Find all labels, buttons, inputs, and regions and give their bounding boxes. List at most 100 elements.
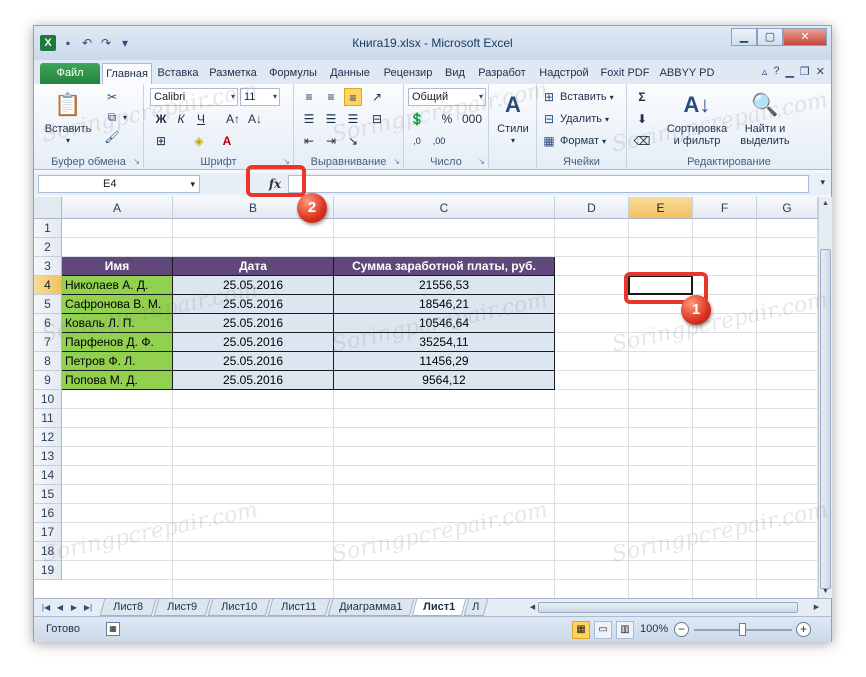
zoom-level[interactable]: 100%	[640, 623, 668, 635]
worksheet-grid[interactable]: A B C D E F G 1 2 3 4 5 6 7 8 9 10 11 12 13 14 15 16 17 18 19 Имя Д…	[34, 197, 818, 598]
tab-review[interactable]: Рецензир	[378, 63, 438, 84]
find-select-button[interactable]: 🔍 Найти и выделить	[735, 90, 795, 147]
increase-decimal-icon[interactable]: ,0	[408, 132, 426, 150]
sort-filter-button[interactable]: A↓ Сортировка и фильтр	[661, 90, 733, 147]
page-break-view-icon[interactable]: ▥	[616, 621, 634, 639]
paste-button[interactable]: 📋 Вставить ▾	[45, 90, 92, 147]
table-cell[interactable]: 18546,21	[334, 295, 555, 314]
sheet-tab[interactable]: Лист9	[153, 599, 211, 616]
tab-foxit-pdf[interactable]: Foxit PDF	[596, 63, 654, 84]
table-cell[interactable]: Петров Ф. Л.	[62, 352, 173, 371]
align-middle-icon[interactable]: ≡	[322, 88, 340, 106]
next-sheet-icon[interactable]: ▶	[68, 601, 80, 615]
table-cell[interactable]: 9564,12	[334, 371, 555, 390]
row-header[interactable]: 6	[34, 314, 62, 333]
zoom-slider-thumb[interactable]	[739, 623, 746, 636]
help-icon[interactable]: ?	[773, 65, 779, 78]
tab-developer[interactable]: Разработ	[472, 63, 532, 84]
format-painter-button[interactable]: 🖌	[104, 128, 120, 146]
table-cell[interactable]: 11456,29	[334, 352, 555, 371]
row-header[interactable]: 8	[34, 352, 62, 371]
orientation-icon[interactable]: ↗	[368, 88, 386, 106]
row-header[interactable]: 2	[34, 238, 62, 257]
scroll-up-icon[interactable]: ▲	[819, 197, 832, 210]
tab-data[interactable]: Данные	[324, 63, 376, 84]
clear-icon[interactable]: ⌫	[633, 132, 651, 150]
row-header[interactable]: 16	[34, 504, 62, 523]
format-cells-button[interactable]: ▦ Формат ▾	[541, 132, 606, 150]
expand-formula-icon[interactable]: ▾	[820, 177, 825, 188]
copy-button[interactable]: ⧉ ▾	[104, 108, 127, 126]
italic-button[interactable]: К	[172, 110, 190, 128]
row-header[interactable]: 9	[34, 371, 62, 390]
prev-sheet-icon[interactable]: ◀	[54, 601, 66, 615]
last-sheet-icon[interactable]: ▶|	[82, 601, 94, 615]
orientation-down-icon[interactable]: ↘	[344, 132, 362, 150]
sheet-tab[interactable]: Л	[463, 599, 489, 616]
table-cell[interactable]: 35254,11	[334, 333, 555, 352]
table-cell[interactable]: Сафронова В. М.	[62, 295, 173, 314]
horizontal-scrollbar[interactable]: ◀ ▶	[510, 601, 828, 614]
increase-font-icon[interactable]: A↑	[224, 110, 242, 128]
autosum-icon[interactable]: Σ	[633, 88, 651, 106]
table-cell[interactable]: 21556,53	[334, 276, 555, 295]
table-cell[interactable]: 10546,64	[334, 314, 555, 333]
sheet-tab[interactable]: Лист8	[99, 599, 157, 616]
tab-addins[interactable]: Надстрой	[534, 63, 594, 84]
name-box[interactable]: E4 ▾	[38, 175, 200, 193]
formula-input[interactable]	[288, 175, 809, 193]
column-header[interactable]: D	[555, 197, 629, 219]
row-header[interactable]: 12	[34, 428, 62, 447]
row-header[interactable]: 17	[34, 523, 62, 542]
table-cell[interactable]: Парфенов Д. Ф.	[62, 333, 173, 352]
font-color-icon[interactable]: A	[218, 132, 236, 150]
dialog-launcher-icon[interactable]: ↘	[393, 157, 400, 166]
row-header[interactable]: 14	[34, 466, 62, 485]
scroll-right-icon[interactable]: ▶	[810, 601, 823, 614]
minimize-button[interactable]: ▁	[731, 28, 757, 46]
table-cell[interactable]: 25.05.2016	[173, 295, 334, 314]
table-cell[interactable]: Коваль Л. П.	[62, 314, 173, 333]
row-header[interactable]: 15	[34, 485, 62, 504]
table-cell[interactable]: 25.05.2016	[173, 276, 334, 295]
page-layout-view-icon[interactable]: ▭	[594, 621, 612, 639]
row-header[interactable]: 10	[34, 390, 62, 409]
sheet-tab[interactable]: Диаграмма1	[327, 599, 415, 616]
tab-insert[interactable]: Вставка	[154, 63, 202, 84]
doc-minimize-icon[interactable]: ▁	[785, 65, 793, 78]
percent-icon[interactable]: %	[438, 110, 456, 128]
table-cell[interactable]: Сумма заработной платы, руб.	[334, 257, 555, 276]
fill-icon[interactable]: ⬇	[633, 110, 651, 128]
row-header[interactable]: 3	[34, 257, 62, 276]
horizontal-scroll-thumb[interactable]	[538, 602, 798, 613]
sheet-tab[interactable]: Лист10	[207, 599, 271, 616]
select-all-corner[interactable]	[34, 197, 62, 219]
row-header[interactable]: 13	[34, 447, 62, 466]
dialog-launcher-icon[interactable]: ↘	[478, 157, 485, 166]
fill-color-icon[interactable]: ◈	[190, 132, 208, 150]
doc-close-icon[interactable]: ✕	[816, 65, 825, 78]
table-cell[interactable]: Попова М. Д.	[62, 371, 173, 390]
doc-restore-icon[interactable]: ❐	[800, 65, 810, 78]
close-button[interactable]: ✕	[783, 28, 827, 46]
comma-style-icon[interactable]: 000	[462, 110, 482, 128]
row-header[interactable]: 4	[34, 276, 62, 295]
merge-cells-icon[interactable]: ⊟	[368, 110, 386, 128]
tab-abbyy-pdf[interactable]: ABBYY PD	[656, 63, 718, 84]
align-center-icon[interactable]: ☰	[322, 110, 340, 128]
table-cell[interactable]: 25.05.2016	[173, 333, 334, 352]
sheet-tab-active[interactable]: Лист1	[411, 599, 467, 616]
cut-button[interactable]: ✂	[104, 88, 120, 106]
align-left-icon[interactable]: ☰	[300, 110, 318, 128]
insert-cells-button[interactable]: ⊞ Вставить ▾	[541, 88, 614, 106]
vertical-scrollbar[interactable]: ▲ ▼	[818, 197, 832, 598]
decrease-decimal-icon[interactable]: ,00	[430, 132, 448, 150]
table-cell[interactable]: 25.05.2016	[173, 314, 334, 333]
column-header[interactable]: C	[334, 197, 555, 219]
decrease-indent-icon[interactable]: ⇤	[300, 132, 318, 150]
row-header[interactable]: 19	[34, 561, 62, 580]
decrease-font-icon[interactable]: A↓	[246, 110, 264, 128]
table-cell[interactable]: 25.05.2016	[173, 371, 334, 390]
row-header[interactable]: 5	[34, 295, 62, 314]
row-header[interactable]: 7	[34, 333, 62, 352]
